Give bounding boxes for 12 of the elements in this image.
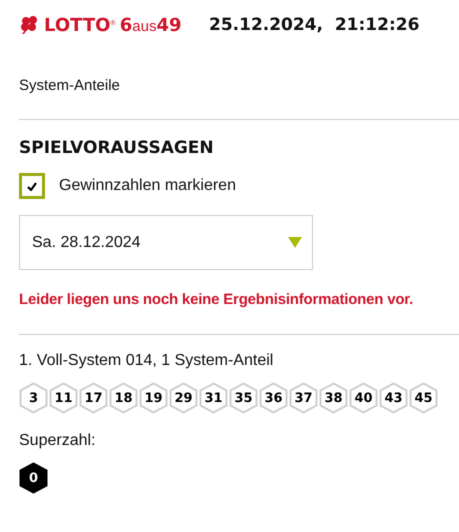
logo: LOTTO$^{®}$ 6aus49 [44, 14, 182, 36]
date-dropdown[interactable]: Sa. 28.12.2024 [19, 215, 313, 270]
check-icon [27, 182, 37, 190]
caret-icon [288, 237, 302, 248]
system-title: 1. Voll-System 014, 1 System-Anteil [19, 352, 274, 370]
error-message: Leider liegen uns noch keine Ergebnisinformationen vor. [19, 291, 414, 308]
section-heading: SPIELVORAUSSAGEN [19, 138, 215, 158]
checkbox-label: Gewinnzahlen markieren [59, 177, 236, 195]
draw-datetime: 25.12.2024, 21:12:26 [209, 15, 420, 35]
section-title: System-Anteile [19, 77, 121, 94]
checkbox[interactable] [19, 173, 45, 199]
superzahl-label: Superzahl: [19, 432, 96, 450]
